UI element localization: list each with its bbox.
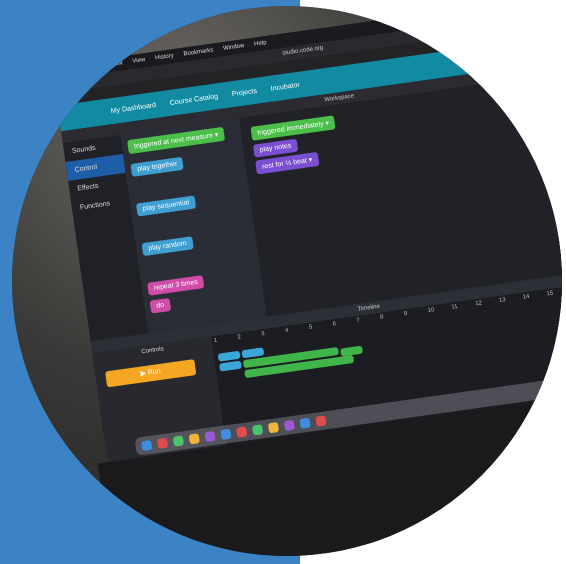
dock-icon[interactable] xyxy=(220,428,232,441)
play-random-block[interactable]: play random xyxy=(141,236,194,257)
play-sequential-block[interactable]: play sequential xyxy=(135,195,196,217)
timeline-note[interactable] xyxy=(340,345,364,357)
dock-icon[interactable] xyxy=(172,435,185,447)
dock-icon[interactable] xyxy=(236,426,248,438)
tick-label: 9 xyxy=(403,310,408,318)
dock-icon[interactable] xyxy=(204,430,216,443)
dock-icon[interactable] xyxy=(283,419,295,432)
tick-label: 1 xyxy=(213,337,218,345)
ws-triggered-block[interactable]: triggered immediately ▾ xyxy=(250,115,336,141)
tick-label: 13 xyxy=(498,297,507,305)
nav-my-dashboard[interactable]: My Dashboard xyxy=(110,101,156,114)
tick-label: 5 xyxy=(308,324,313,331)
do-block[interactable]: do xyxy=(149,297,172,314)
circular-photo: Edit View History Bookmarks Window Help … xyxy=(12,6,562,556)
nav-projects[interactable]: Projects xyxy=(231,87,257,97)
nav-incubator[interactable]: Incubator xyxy=(270,81,300,92)
run-button[interactable]: ▶ Run xyxy=(105,359,197,388)
dock-icon[interactable] xyxy=(188,433,200,445)
tick-label: 14 xyxy=(522,293,530,301)
tick-label: 6 xyxy=(332,321,337,328)
laptop-screen: Edit View History Bookmarks Window Help … xyxy=(52,6,562,463)
tick-label: 4 xyxy=(284,327,289,335)
dock-icon[interactable] xyxy=(252,424,264,436)
tick-label: 7 xyxy=(356,317,361,325)
dock-icon[interactable] xyxy=(156,437,169,449)
tick-label: 11 xyxy=(451,303,459,311)
laptop: Edit View History Bookmarks Window Help … xyxy=(52,6,562,556)
tick-label: 3 xyxy=(260,331,266,338)
dock-icon[interactable] xyxy=(315,415,327,427)
repeat-block[interactable]: repeat 3 times xyxy=(147,275,205,296)
timeline-note[interactable] xyxy=(219,360,242,372)
dock-icon[interactable] xyxy=(267,422,280,434)
nav-course-catalog[interactable]: Course Catalog xyxy=(169,93,218,107)
tick-label: 10 xyxy=(427,307,435,315)
play-together-block[interactable]: play together xyxy=(130,156,185,177)
dock-icon[interactable] xyxy=(299,417,311,429)
tick-label: 12 xyxy=(474,300,483,308)
tick-label: 2 xyxy=(237,334,242,341)
dock-icon[interactable] xyxy=(141,439,153,452)
tick-label: 15 xyxy=(546,290,554,298)
tick-label: 8 xyxy=(379,314,384,321)
